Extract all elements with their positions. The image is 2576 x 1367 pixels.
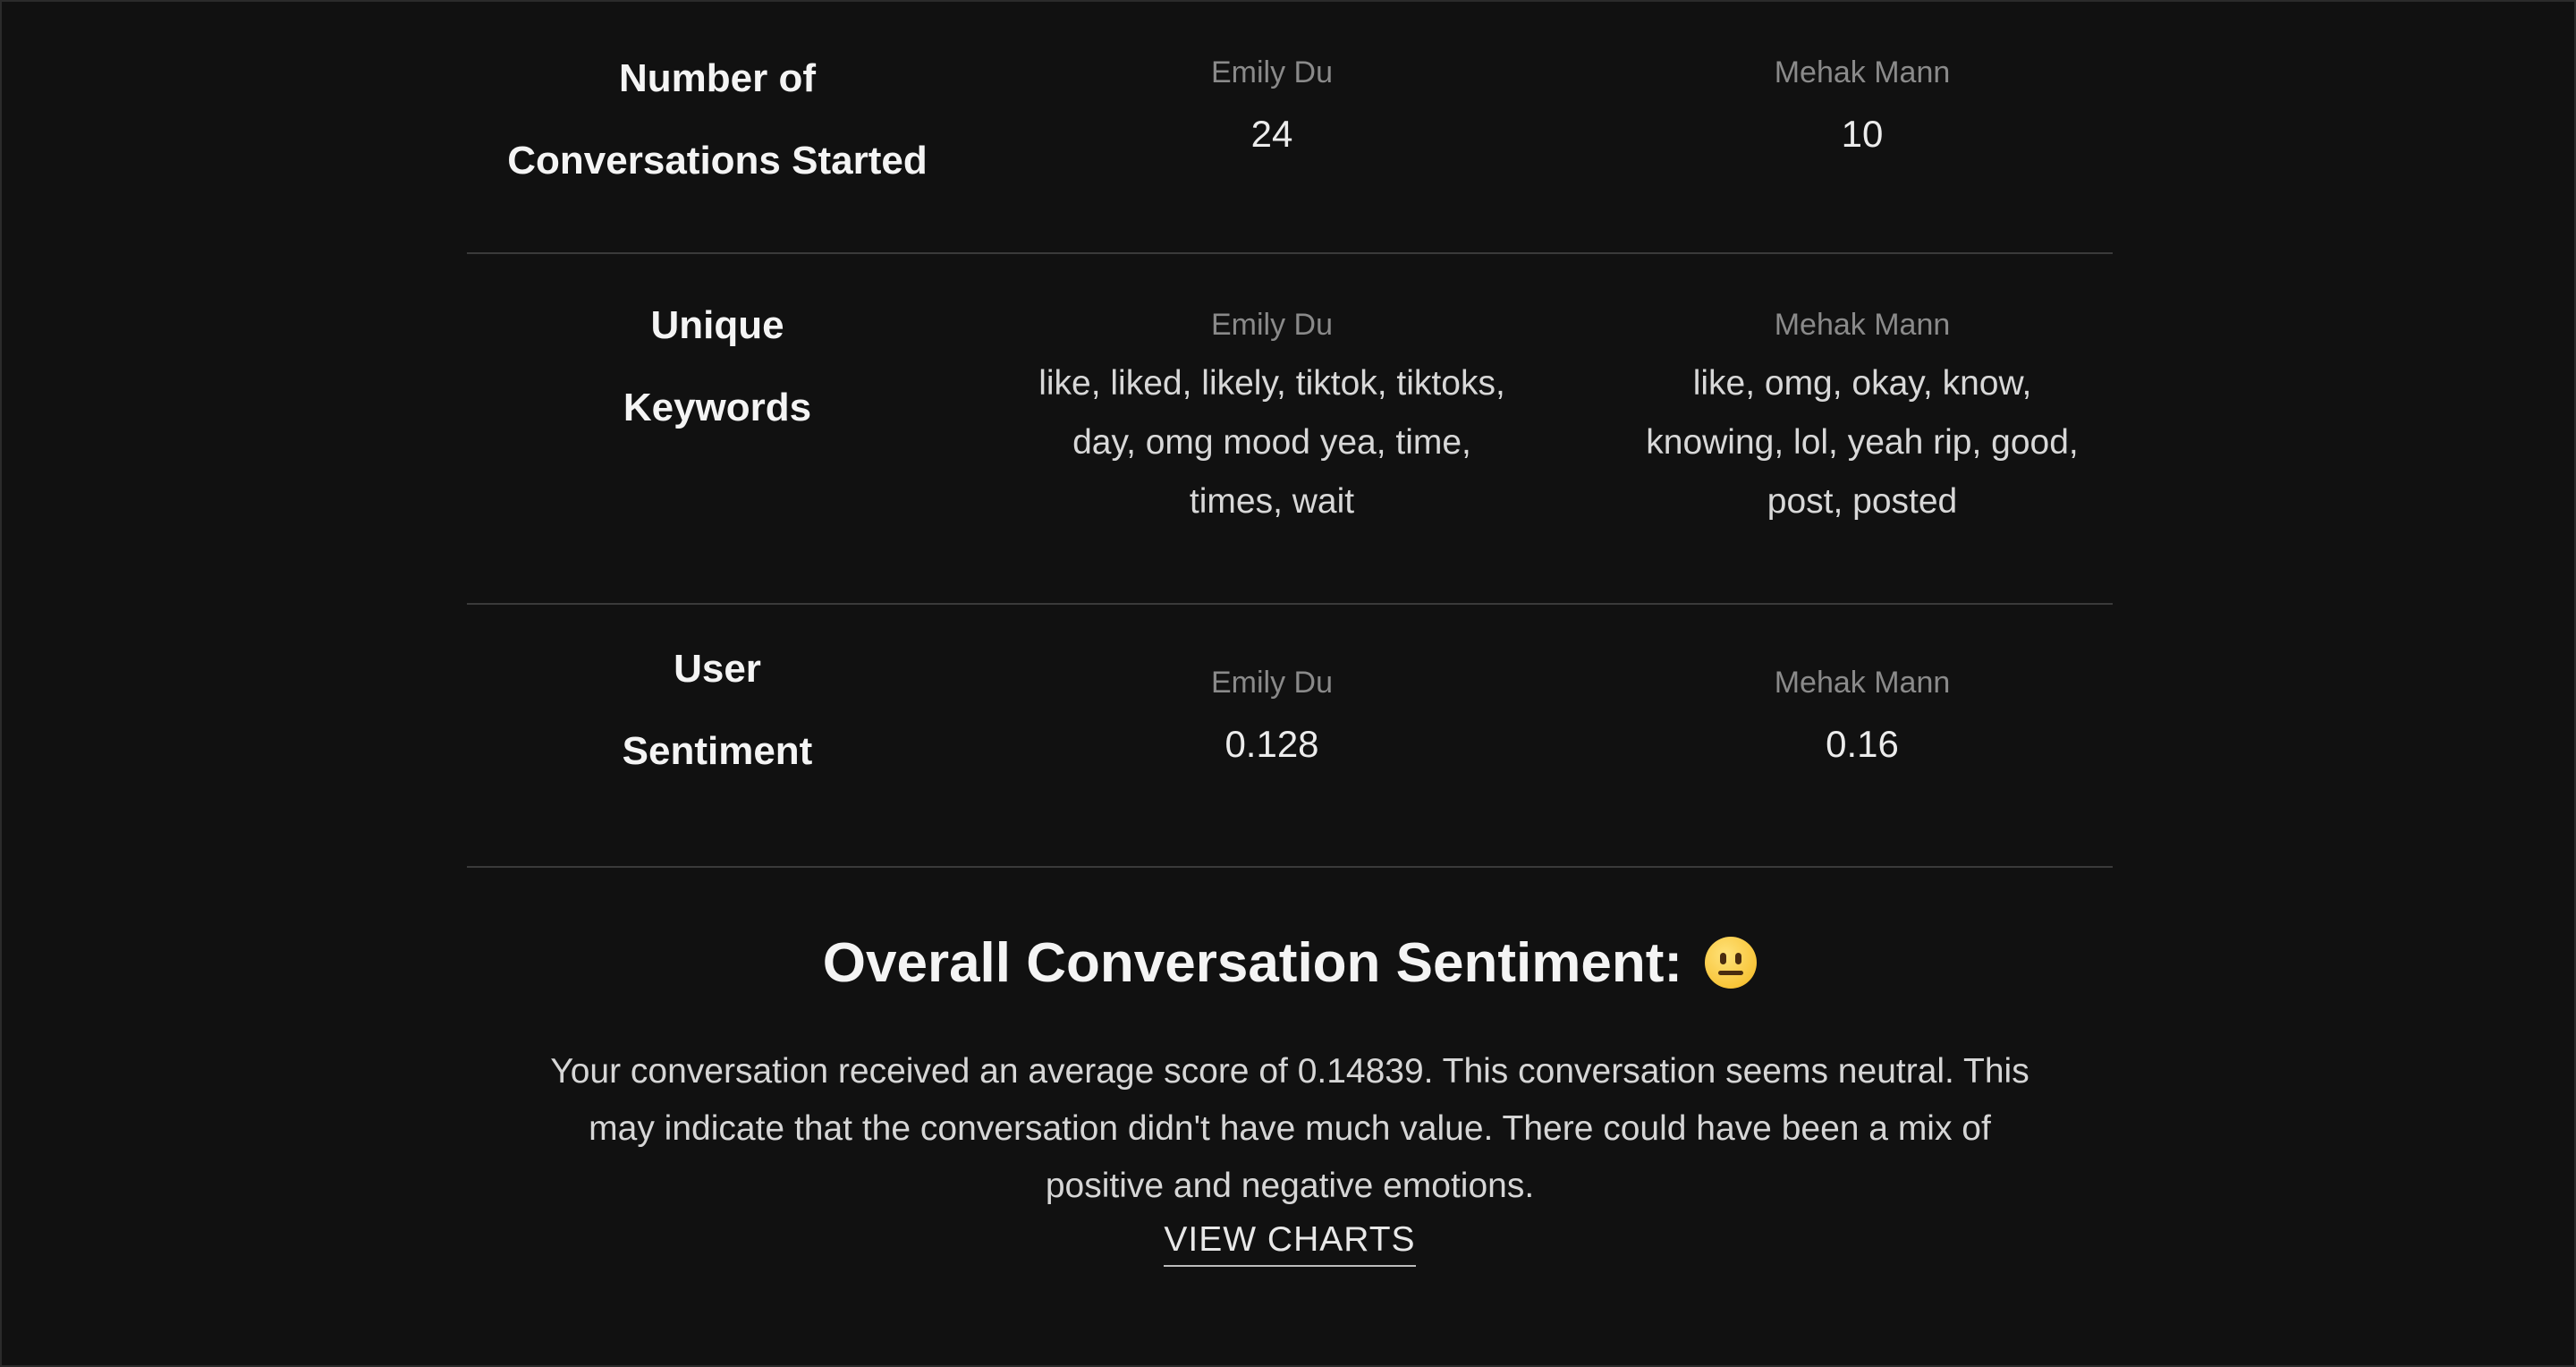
unique-keywords-row: Unique Keywords Emily Du like, liked, li…	[467, 254, 2113, 605]
keyword-list: like, omg, okay, know, knowing, lol, yea…	[1621, 354, 2104, 531]
description-line: may indicate that the conversation didn'…	[589, 1109, 1991, 1148]
user-sentiment-row: User Sentiment Emily Du 0.128 Mehak Mann…	[467, 605, 2113, 868]
user-name: Emily Du	[1210, 55, 1334, 89]
row-label-line: Number of	[619, 56, 816, 100]
description-line: Your conversation received an average sc…	[550, 1052, 2029, 1091]
keyword-line: knowing, lol, yeah rip, good,	[1646, 423, 2079, 462]
description-line: positive and negative emotions.	[1045, 1167, 1535, 1205]
view-charts-link[interactable]: VIEW CHARTS	[1164, 1215, 1416, 1267]
overall-sentiment-description: Your conversation received an average sc…	[547, 1043, 2032, 1215]
emoji-eye	[1720, 953, 1727, 964]
user-value: 0.128	[1224, 723, 1319, 765]
keyword-line: like, omg, okay, know,	[1692, 364, 2032, 403]
user-stat-mehak: Mehak Mann 10	[1621, 52, 2104, 161]
overall-sentiment-title-text: Overall Conversation Sentiment:	[822, 932, 1682, 994]
overall-sentiment-section: Overall Conversation Sentiment: Your con…	[503, 914, 2077, 1267]
user-value: 24	[1250, 113, 1293, 155]
user-stat-emily: Emily Du 0.128	[1030, 662, 1513, 771]
user-stat-mehak: Mehak Mann like, omg, okay, know, knowin…	[1621, 304, 2104, 531]
user-stat-emily: Emily Du 24	[1030, 52, 1513, 161]
user-name: Mehak Mann	[1774, 308, 1951, 342]
keyword-line: like, liked, likely, tiktok, tiktoks,	[1038, 364, 1505, 403]
row-label: Number of Conversations Started	[467, 38, 968, 202]
keyword-list: like, liked, likely, tiktok, tiktoks, da…	[1030, 354, 1513, 531]
user-stat-emily: Emily Du like, liked, likely, tiktok, ti…	[1030, 304, 1513, 531]
row-label-line: Keywords	[623, 386, 812, 429]
stats-table: Number of Conversations Started Emily Du…	[467, 2, 2113, 868]
user-name: Emily Du	[1210, 308, 1334, 342]
neutral-face-icon	[1705, 937, 1758, 989]
row-label-line: Sentiment	[622, 729, 813, 773]
user-value: 10	[1841, 113, 1884, 155]
user-name: Emily Du	[1210, 666, 1334, 700]
user-stat-mehak: Mehak Mann 0.16	[1621, 662, 2104, 771]
user-name: Mehak Mann	[1774, 666, 1951, 700]
keyword-line: day, omg mood yea, time,	[1072, 423, 1471, 462]
overall-sentiment-title: Overall Conversation Sentiment:	[503, 914, 2077, 1013]
row-label-line: Conversations Started	[507, 139, 928, 183]
user-value: 0.16	[1826, 723, 1899, 765]
keyword-line: post, posted	[1767, 482, 1958, 521]
user-name: Mehak Mann	[1774, 55, 1951, 89]
row-label-line: Unique	[650, 303, 784, 347]
row-label: User Sentiment	[467, 628, 968, 793]
row-label-line: User	[674, 647, 761, 691]
keyword-line: times, wait	[1189, 482, 1355, 521]
row-label: Unique Keywords	[467, 284, 968, 449]
conversations-started-row: Number of Conversations Started Emily Du…	[467, 2, 2113, 254]
emoji-mouth	[1718, 971, 1744, 975]
emoji-eye	[1735, 953, 1742, 964]
